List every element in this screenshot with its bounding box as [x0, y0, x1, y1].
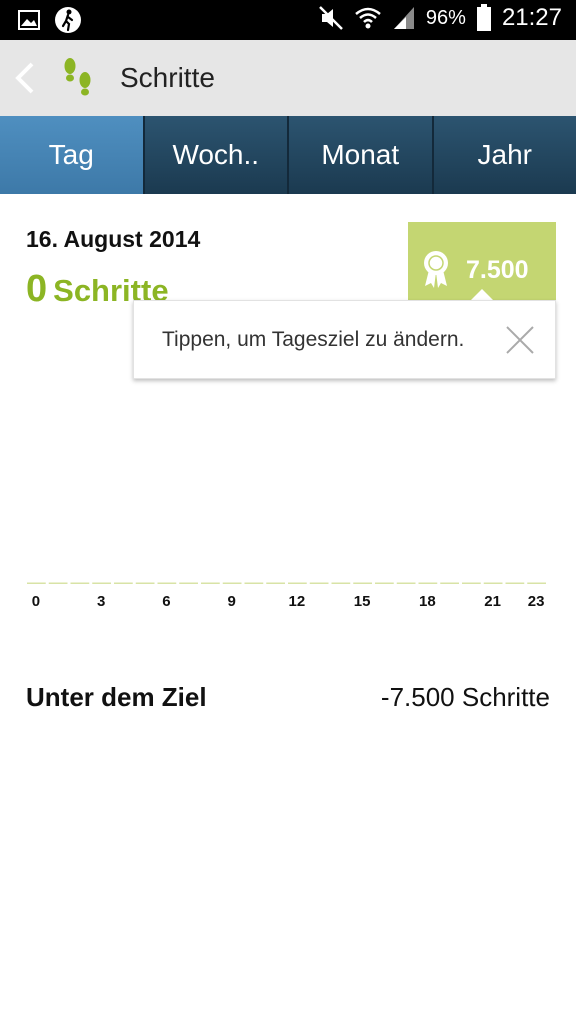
status-time: 21:27 — [501, 4, 562, 31]
status-bar: 96% 21:27 — [0, 0, 576, 40]
walking-person-icon — [55, 7, 81, 33]
award-ribbon-icon — [424, 251, 448, 288]
chart-bar-hour-23 — [527, 582, 546, 584]
status-bar-left — [18, 6, 82, 34]
period-tabs: Tag Woch.. Monat Jahr — [0, 116, 576, 194]
tab-monat[interactable]: Monat — [289, 116, 434, 194]
chart-bar-hour-1 — [48, 582, 68, 584]
chart-bar-hour-8 — [201, 582, 220, 584]
hourly-steps-chart: 0 3 6 9 12 15 18 21 23 — [27, 582, 546, 610]
summary-value: -7.500 Schritte — [380, 682, 550, 712]
signal-icon — [393, 7, 414, 29]
gallery-icon — [18, 10, 40, 30]
chart-bar-hour-11 — [266, 582, 285, 584]
goal-tooltip[interactable]: Tippen, um Tagesziel zu ändern. — [133, 300, 556, 379]
tab-woche[interactable]: Woch.. — [144, 116, 289, 194]
chart-tick-label: 21 — [484, 593, 501, 610]
wifi-icon — [355, 7, 381, 29]
chart-bar-hour-20 — [462, 582, 481, 584]
chart-bar-hour-17 — [396, 582, 416, 584]
chart-tick-label: 12 — [289, 593, 306, 610]
chart-bar-hour-0 — [27, 582, 46, 584]
status-bar-right: 96% 21:27 — [318, 4, 562, 32]
goal-value: 7.500 — [466, 256, 529, 284]
chart-bar-hour-10 — [244, 582, 264, 584]
tab-tag[interactable]: Tag — [0, 116, 145, 194]
close-icon[interactable] — [505, 325, 535, 355]
steps-value: 0 — [26, 268, 48, 310]
chart-bar-hour-5 — [135, 582, 155, 584]
chart-tick-label: 0 — [32, 593, 40, 610]
chart-bar-hour-19 — [440, 582, 459, 584]
chart-bar-hour-9 — [222, 582, 242, 584]
summary-label: Unter dem Ziel — [26, 682, 207, 712]
chart-bar-hour-6 — [157, 582, 177, 584]
chart-tick-label: 9 — [227, 593, 235, 610]
chart-bar-hour-16 — [375, 582, 394, 584]
chart-bar-hour-4 — [114, 582, 133, 584]
chart-bar-hour-14 — [331, 582, 351, 584]
chart-bar-hour-21 — [483, 582, 503, 584]
chart-bar-hour-2 — [70, 582, 90, 584]
chart-tick-label: 18 — [419, 593, 436, 610]
footprints-icon — [64, 58, 91, 96]
app-title: Schritte — [120, 62, 215, 93]
chart-tick-label: 23 — [528, 593, 545, 610]
app-bar: Schritte — [0, 40, 576, 117]
chart-bar-hour-18 — [418, 582, 438, 584]
battery-percentage: 96% — [425, 6, 466, 29]
tab-jahr[interactable]: Jahr — [433, 116, 576, 194]
chart-tick-label: 3 — [97, 593, 105, 610]
muted-icon — [319, 6, 343, 30]
chart-bar-hour-22 — [505, 582, 525, 584]
chart-tick-label: 15 — [354, 593, 371, 610]
chart-bar-hour-7 — [179, 582, 198, 584]
chart-bar-hour-15 — [353, 582, 372, 584]
chart-tick-label: 6 — [162, 593, 170, 610]
chart-bar-hour-13 — [309, 582, 329, 584]
tooltip-text: Tippen, um Tagesziel zu ändern. — [162, 328, 465, 351]
chart-bar-hour-3 — [92, 582, 111, 584]
chevron-left-icon[interactable] — [10, 60, 40, 96]
date-label: 16. August 2014 — [26, 226, 201, 252]
chart-bar-hour-12 — [288, 582, 307, 584]
battery-icon — [476, 4, 491, 31]
